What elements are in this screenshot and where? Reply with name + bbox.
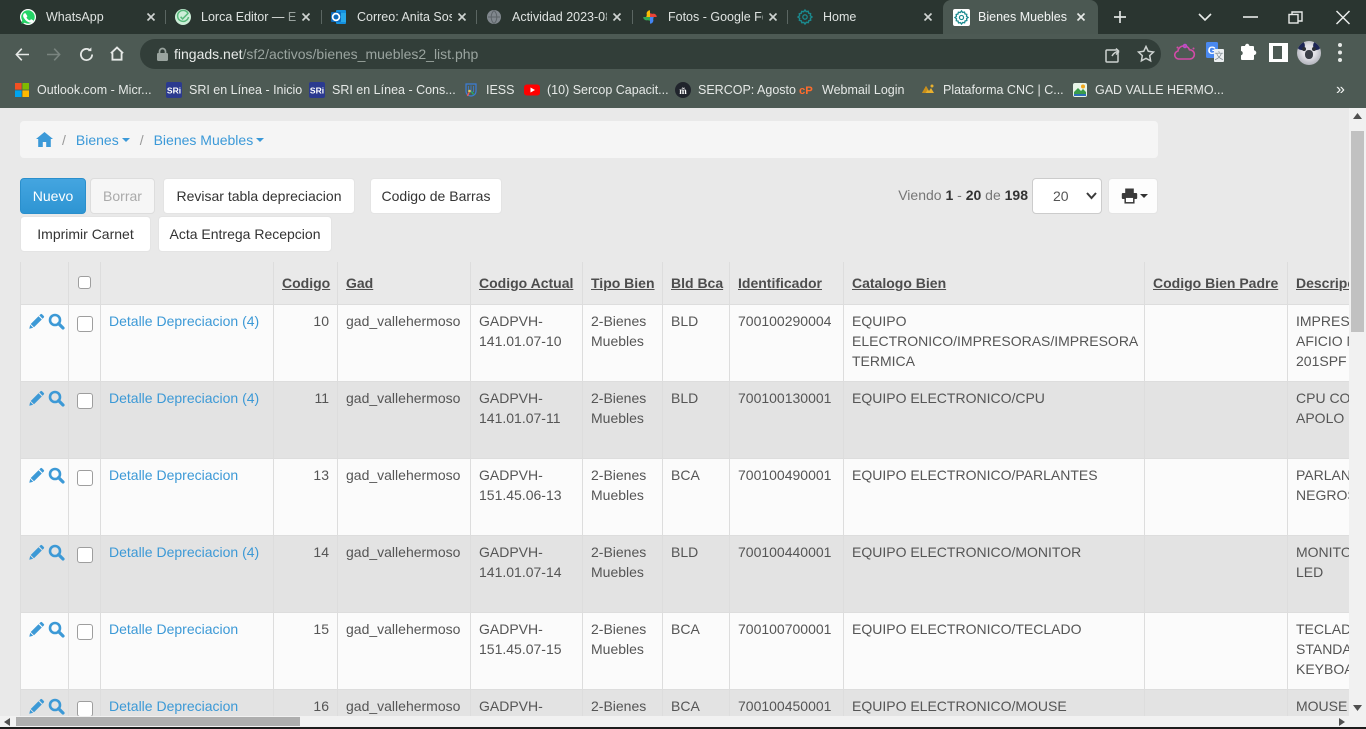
svg-text:SRi: SRi [167, 86, 181, 96]
svg-text:cP: cP [799, 85, 813, 97]
svg-text:SRi: SRi [310, 86, 324, 96]
svg-text:m̃: m̃ [679, 86, 687, 96]
svg-text:文: 文 [1214, 50, 1223, 61]
